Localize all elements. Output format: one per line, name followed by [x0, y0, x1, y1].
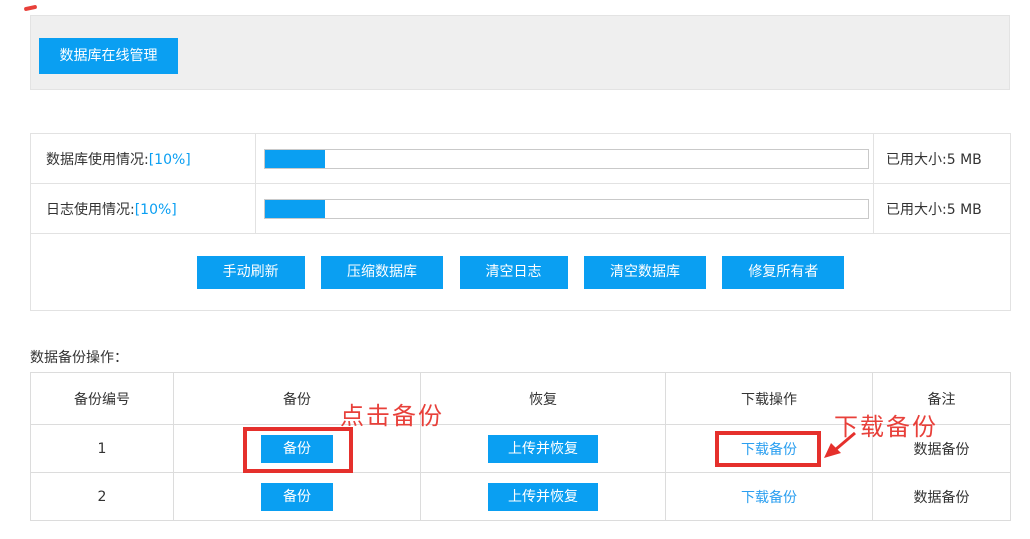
download-backup-link-row2[interactable]: 下载备份 [741, 490, 797, 506]
download-arrow-icon [821, 430, 859, 460]
annotation-click-backup-text: 点击备份 [340, 396, 444, 431]
fix-owner-button[interactable]: 修复所有者 [722, 256, 844, 289]
compress-db-button[interactable]: 压缩数据库 [321, 256, 443, 289]
db-usage-percent: [10%] [149, 152, 191, 168]
col-header-restore: 恢复 [421, 373, 666, 425]
online-db-manage-button[interactable]: 数据库在线管理 [39, 38, 178, 74]
db-usage-row: 数据库使用情况:[10%] 已用大小:5 MB [31, 134, 1011, 184]
log-usage-progress-fill [265, 200, 325, 218]
backup-table: 备份编号 备份 恢复 下载操作 备注 1 备份 上传并恢复 下载备份 数据备份 … [30, 372, 1011, 521]
upload-restore-button-row1[interactable]: 上传并恢复 [488, 435, 598, 463]
note-cell-row2: 数据备份 [873, 473, 1011, 521]
upload-restore-button-row2[interactable]: 上传并恢复 [488, 483, 598, 511]
log-usage-row: 日志使用情况:[10%] 已用大小:5 MB [31, 184, 1011, 234]
backup-row-2: 2 备份 上传并恢复 下载备份 数据备份 [31, 473, 1011, 521]
usage-table: 数据库使用情况:[10%] 已用大小:5 MB 日志使用情况:[10%] 已用大… [30, 133, 1011, 311]
red-scribble-mark [24, 5, 38, 12]
log-usage-label: 日志使用情况: [46, 202, 135, 218]
db-usage-progressbar [264, 149, 869, 169]
db-usage-label: 数据库使用情况: [46, 152, 149, 168]
actions-row: 手动刷新 压缩数据库 清空日志 清空数据库 修复所有者 [31, 234, 1011, 311]
backup-button-row2[interactable]: 备份 [261, 483, 333, 511]
log-usage-percent: [10%] [135, 202, 177, 218]
annotation-box-backup-button [243, 427, 353, 473]
clear-log-button[interactable]: 清空日志 [460, 256, 568, 289]
top-panel: 数据库在线管理 [30, 15, 1010, 90]
log-usage-progressbar [264, 199, 869, 219]
backup-section-label: 数据备份操作： [30, 347, 128, 367]
log-used-size-label: 已用大小:5 MB [886, 202, 982, 218]
backup-id-cell-row1: 1 [31, 425, 174, 473]
db-usage-progress-fill [265, 150, 325, 168]
backup-id-cell-row2: 2 [31, 473, 174, 521]
db-used-size-label: 已用大小:5 MB [886, 152, 982, 168]
clear-db-button[interactable]: 清空数据库 [584, 256, 706, 289]
manual-refresh-button[interactable]: 手动刷新 [197, 256, 305, 289]
annotation-box-download-link [715, 431, 821, 467]
col-header-backup-id: 备份编号 [31, 373, 174, 425]
